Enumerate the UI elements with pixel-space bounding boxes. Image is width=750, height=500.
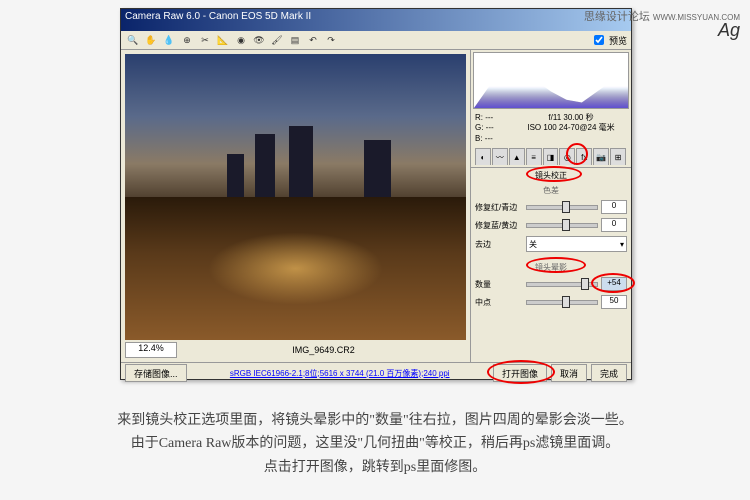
white-balance-icon[interactable]: 💧 (161, 32, 177, 48)
done-button[interactable]: 完成 (591, 364, 627, 382)
tab-detail-icon[interactable]: ▲ (509, 148, 525, 165)
blue-yellow-slider[interactable]: 修复蓝/黄边 0 (471, 216, 631, 234)
defringe-label: 去边 (475, 239, 523, 250)
rotate-left-icon[interactable]: ↶ (305, 32, 321, 48)
tab-presets-icon[interactable]: ⊞ (610, 148, 626, 165)
tab-camera-icon[interactable]: 📷 (593, 148, 609, 165)
bottom-bar: 存储图像... sRGB IEC61966-2.1;8位;5616 x 3744… (121, 362, 631, 383)
graduated-filter-icon[interactable]: ▤ (287, 32, 303, 48)
tab-active-label: 镜头校正 (471, 168, 631, 183)
midpoint-slider[interactable]: 中点 50 (471, 293, 631, 311)
cancel-button[interactable]: 取消 (551, 364, 587, 382)
rotate-right-icon[interactable]: ↷ (323, 32, 339, 48)
workflow-link[interactable]: sRGB IEC61966-2.1;8位;5616 x 3744 (21.0 百… (191, 368, 489, 379)
preview-checkbox[interactable]: 预览 (590, 32, 627, 48)
watermark-signature: Ag (718, 20, 740, 41)
toolbar: 🔍 ✋ 💧 ⊕ ✂ 📐 ◉ 👁 🖌 ▤ ↶ ↷ 预览 (121, 31, 631, 50)
tab-row: ◐ 〰 ▲ ≡ ◨ ◎ fx 📷 ⊞ (471, 146, 631, 168)
hand-tool-icon[interactable]: ✋ (143, 32, 159, 48)
highlight-lens-label (526, 166, 582, 182)
zoom-tool-icon[interactable]: 🔍 (125, 32, 141, 48)
color-sampler-icon[interactable]: ⊕ (179, 32, 195, 48)
adjustment-brush-icon[interactable]: 🖌 (269, 32, 285, 48)
chromatic-section: 色差 (471, 183, 631, 198)
red-cyan-slider[interactable]: 修复红/青边 0 (471, 198, 631, 216)
camera-raw-window: Camera Raw 6.0 - Canon EOS 5D Mark II 🔍 … (120, 8, 632, 380)
tab-basic-icon[interactable]: ◐ (475, 148, 491, 165)
exif-info: R: --- G: --- B: --- f/11 30.00 秒 ISO 10… (471, 111, 631, 146)
tab-hsl-icon[interactable]: ≡ (526, 148, 542, 165)
highlight-open-btn (487, 360, 555, 384)
caption-line3: 点击打开图像，跳转到ps里面修图。 (30, 456, 720, 480)
straighten-icon[interactable]: 📐 (215, 32, 231, 48)
defringe-select[interactable]: 关▾ (526, 236, 627, 252)
highlight-vignette (526, 257, 586, 273)
titlebar: Camera Raw 6.0 - Canon EOS 5D Mark II (121, 9, 631, 31)
redeye-icon[interactable]: 👁 (251, 32, 267, 48)
image-preview[interactable] (125, 54, 466, 340)
tab-split-icon[interactable]: ◨ (543, 148, 559, 165)
amount-slider[interactable]: 数量 +54 (471, 275, 631, 293)
window-title: Camera Raw 6.0 - Canon EOS 5D Mark II (125, 11, 311, 29)
chevron-down-icon: ▾ (620, 240, 624, 249)
filename-label: IMG_9649.CR2 (292, 345, 355, 355)
histogram (473, 52, 629, 109)
tutorial-caption: 来到镜头校正选项里面，将镜头晕影中的"数量"往右拉，图片四周的晕影会淡一些。 由… (0, 399, 750, 500)
caption-line1: 来到镜头校正选项里面，将镜头晕影中的"数量"往右拉，图片四周的晕影会淡一些。 (30, 409, 720, 433)
highlight-amount (591, 273, 635, 293)
zoom-select[interactable]: 12.4% (125, 342, 177, 358)
adjustments-panel: R: --- G: --- B: --- f/11 30.00 秒 ISO 10… (470, 50, 631, 362)
crop-tool-icon[interactable]: ✂ (197, 32, 213, 48)
tab-curve-icon[interactable]: 〰 (492, 148, 508, 165)
watermark-title: 思缘设计论坛 (584, 11, 650, 23)
highlight-lens-tab (566, 143, 588, 165)
caption-line2: 由于Camera Raw版本的问题，这里没"几何扭曲"等校正，稍后再ps滤镜里面… (30, 432, 720, 456)
spot-removal-icon[interactable]: ◉ (233, 32, 249, 48)
save-button[interactable]: 存储图像... (125, 364, 187, 382)
